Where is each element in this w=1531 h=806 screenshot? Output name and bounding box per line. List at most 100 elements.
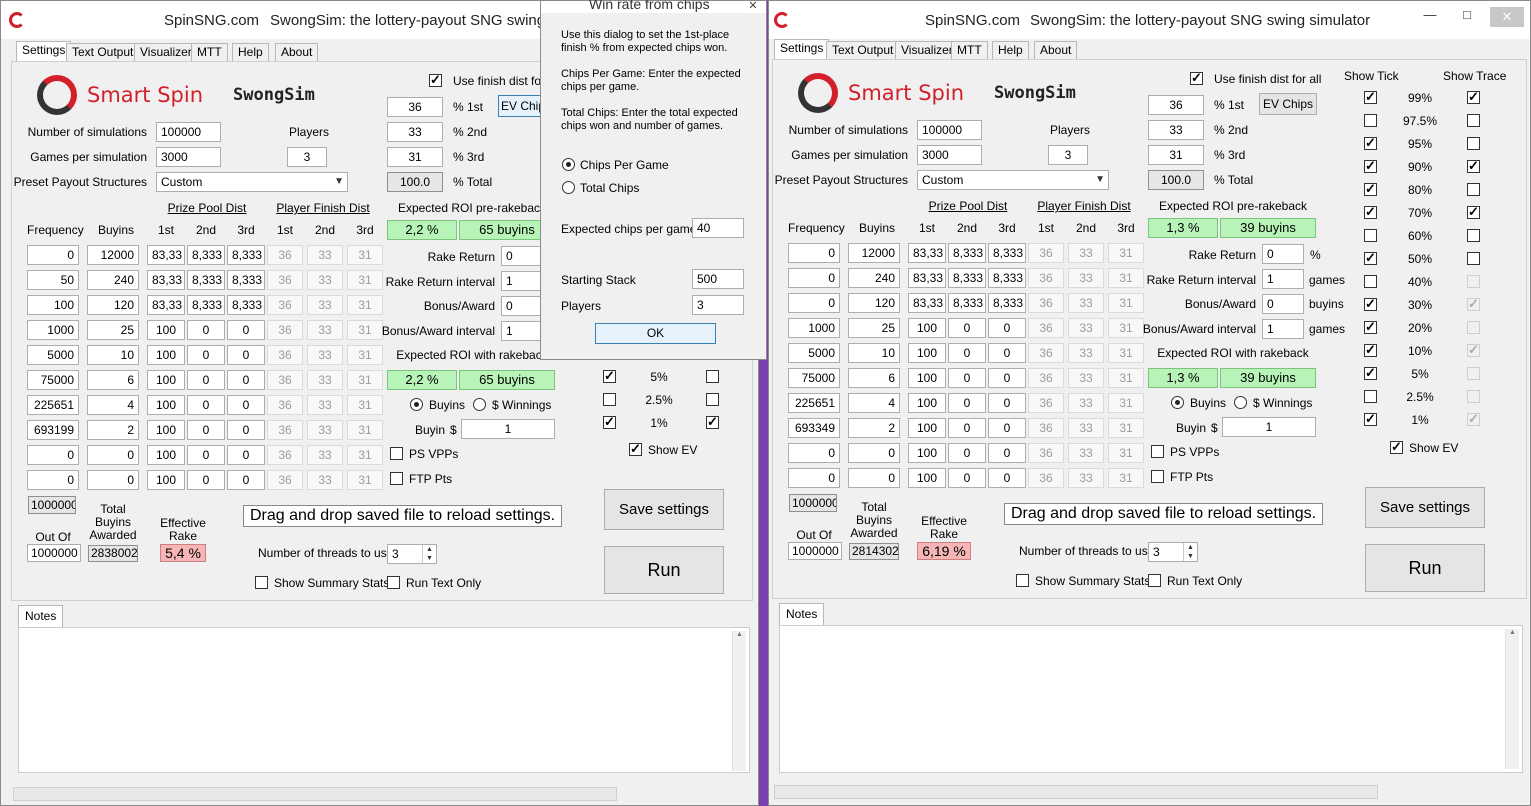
show-tick-checkbox[interactable] bbox=[1364, 135, 1377, 151]
frequency-input[interactable]: 693199 bbox=[27, 420, 79, 440]
save-settings-button[interactable]: Save settings bbox=[604, 489, 724, 530]
frequency-input[interactable]: 0 bbox=[788, 443, 840, 463]
prize-1st-input[interactable]: 83,33 bbox=[147, 295, 185, 315]
prize-3rd-input[interactable]: 8,333 bbox=[227, 270, 265, 290]
prize-1st-input[interactable]: 83,33 bbox=[908, 268, 946, 288]
threads-stepper[interactable]: 3 ▲ ▼ bbox=[1148, 542, 1198, 562]
radio-buyins[interactable] bbox=[1171, 396, 1184, 409]
pct-2nd-input[interactable]: 33 bbox=[1148, 120, 1204, 140]
frequency-input[interactable]: 0 bbox=[788, 268, 840, 288]
show-summary-checkbox[interactable] bbox=[1016, 574, 1029, 587]
tab-visualizer[interactable]: Visualizer bbox=[895, 41, 959, 59]
prize-1st-input[interactable]: 100 bbox=[147, 395, 185, 415]
buyins-input[interactable]: 0 bbox=[848, 468, 900, 488]
show-trace-checkbox[interactable] bbox=[1467, 114, 1480, 127]
prize-1st-input[interactable]: 100 bbox=[908, 468, 946, 488]
threads-stepper[interactable]: 3 ▲ ▼ bbox=[387, 544, 437, 564]
tab-settings[interactable]: Settings bbox=[774, 39, 830, 60]
buyins-input[interactable]: 240 bbox=[87, 270, 139, 290]
bonus-input[interactable]: 0 bbox=[1262, 294, 1304, 314]
show-tick-checkbox[interactable] bbox=[1364, 158, 1377, 174]
horizontal-scrollbar[interactable] bbox=[774, 785, 1378, 799]
frequency-input[interactable]: 0 bbox=[788, 293, 840, 313]
preset-dropdown[interactable]: Custom ▼ bbox=[156, 172, 348, 192]
prize-3rd-input[interactable]: 0 bbox=[227, 470, 265, 490]
prize-3rd-input[interactable]: 0 bbox=[988, 318, 1026, 338]
buyins-input[interactable]: 6 bbox=[848, 368, 900, 388]
radio-chips-per-game[interactable] bbox=[562, 158, 575, 171]
run-button[interactable]: Run bbox=[604, 546, 724, 594]
frequency-input[interactable]: 1000 bbox=[788, 318, 840, 338]
show-trace-checkbox[interactable] bbox=[1467, 89, 1480, 105]
show-summary-checkbox[interactable] bbox=[255, 576, 268, 589]
out-of-input[interactable]: 1000000 bbox=[788, 542, 842, 560]
frequency-input[interactable]: 0 bbox=[788, 468, 840, 488]
prize-3rd-input[interactable]: 0 bbox=[227, 320, 265, 340]
buyins-input[interactable]: 120 bbox=[848, 293, 900, 313]
show-ev-checkbox[interactable] bbox=[1390, 439, 1403, 455]
tab-visualizer[interactable]: Visualizer bbox=[134, 43, 198, 61]
prize-1st-input[interactable]: 100 bbox=[147, 320, 185, 340]
buyins-input[interactable]: 12000 bbox=[848, 243, 900, 263]
radio-buyins[interactable] bbox=[410, 398, 423, 411]
frequency-input[interactable]: 5000 bbox=[27, 345, 79, 365]
notes-scrollbar[interactable]: ▲ bbox=[1505, 629, 1519, 769]
show-trace-checkbox[interactable] bbox=[1467, 158, 1480, 174]
show-tick-checkbox[interactable] bbox=[1364, 229, 1377, 242]
prize-2nd-input[interactable]: 8,333 bbox=[948, 268, 986, 288]
prize-3rd-input[interactable]: 8,333 bbox=[988, 268, 1026, 288]
num-sims-input[interactable]: 100000 bbox=[156, 122, 221, 142]
prize-1st-input[interactable]: 100 bbox=[908, 418, 946, 438]
prize-1st-input[interactable]: 83,33 bbox=[147, 245, 185, 265]
prize-2nd-input[interactable]: 0 bbox=[187, 470, 225, 490]
ev-chips-button[interactable]: EV Chips bbox=[1259, 93, 1317, 115]
prize-3rd-input[interactable]: 0 bbox=[988, 393, 1026, 413]
show-trace-checkbox[interactable] bbox=[1467, 252, 1480, 265]
rake-interval-input[interactable]: 1 bbox=[1262, 269, 1304, 289]
frequency-input[interactable]: 0 bbox=[27, 445, 79, 465]
show-tick-checkbox[interactable] bbox=[1364, 181, 1377, 197]
frequency-input[interactable]: 225651 bbox=[788, 393, 840, 413]
prize-3rd-input[interactable]: 0 bbox=[988, 343, 1026, 363]
buyins-input[interactable]: 10 bbox=[848, 343, 900, 363]
notes-textarea[interactable]: ▲ bbox=[779, 625, 1523, 773]
use-finish-dist-checkbox[interactable] bbox=[1190, 70, 1203, 86]
prize-2nd-input[interactable]: 8,333 bbox=[187, 295, 225, 315]
games-input[interactable]: 3000 bbox=[156, 147, 221, 167]
prize-3rd-input[interactable]: 0 bbox=[227, 345, 265, 365]
buyins-input[interactable]: 6 bbox=[87, 370, 139, 390]
buyins-input[interactable]: 240 bbox=[848, 268, 900, 288]
prize-3rd-input[interactable]: 0 bbox=[988, 468, 1026, 488]
show-tick-checkbox[interactable] bbox=[1364, 296, 1377, 312]
tab-mtt[interactable]: MTT bbox=[191, 43, 228, 61]
prize-2nd-input[interactable]: 8,333 bbox=[187, 270, 225, 290]
prize-1st-input[interactable]: 100 bbox=[908, 318, 946, 338]
buyins-input[interactable]: 4 bbox=[848, 393, 900, 413]
show-tick-checkbox[interactable] bbox=[1364, 275, 1377, 288]
show-tick-checkbox[interactable] bbox=[1364, 319, 1377, 335]
ftp-pts-checkbox[interactable] bbox=[390, 472, 403, 485]
prize-2nd-input[interactable]: 0 bbox=[948, 468, 986, 488]
rake-return-input[interactable]: 0 bbox=[501, 246, 541, 266]
exp-chips-input[interactable]: 40 bbox=[692, 218, 744, 238]
tab-text-output[interactable]: Text Output bbox=[66, 43, 140, 61]
prize-1st-input[interactable]: 100 bbox=[908, 368, 946, 388]
prize-3rd-input[interactable]: 8,333 bbox=[227, 295, 265, 315]
pct-1st-input[interactable]: 36 bbox=[387, 97, 443, 117]
prize-3rd-input[interactable]: 0 bbox=[227, 420, 265, 440]
prize-3rd-input[interactable]: 0 bbox=[988, 418, 1026, 438]
prize-2nd-input[interactable]: 0 bbox=[948, 393, 986, 413]
tab-mtt[interactable]: MTT bbox=[951, 41, 988, 59]
use-finish-dist-checkbox[interactable] bbox=[429, 72, 442, 88]
preset-dropdown[interactable]: Custom ▼ bbox=[917, 170, 1109, 190]
show-trace-checkbox[interactable] bbox=[1467, 137, 1480, 150]
rake-interval-input[interactable]: 1 bbox=[501, 271, 541, 291]
prize-3rd-input[interactable]: 8,333 bbox=[988, 243, 1026, 263]
rake-return-input[interactable]: 0 bbox=[1262, 244, 1304, 264]
prize-1st-input[interactable]: 83,33 bbox=[908, 243, 946, 263]
prize-2nd-input[interactable]: 0 bbox=[187, 420, 225, 440]
radio-winnings[interactable] bbox=[1234, 396, 1247, 409]
prize-1st-input[interactable]: 100 bbox=[147, 370, 185, 390]
frequency-input[interactable]: 0 bbox=[788, 243, 840, 263]
ps-vpps-checkbox[interactable] bbox=[390, 447, 403, 460]
